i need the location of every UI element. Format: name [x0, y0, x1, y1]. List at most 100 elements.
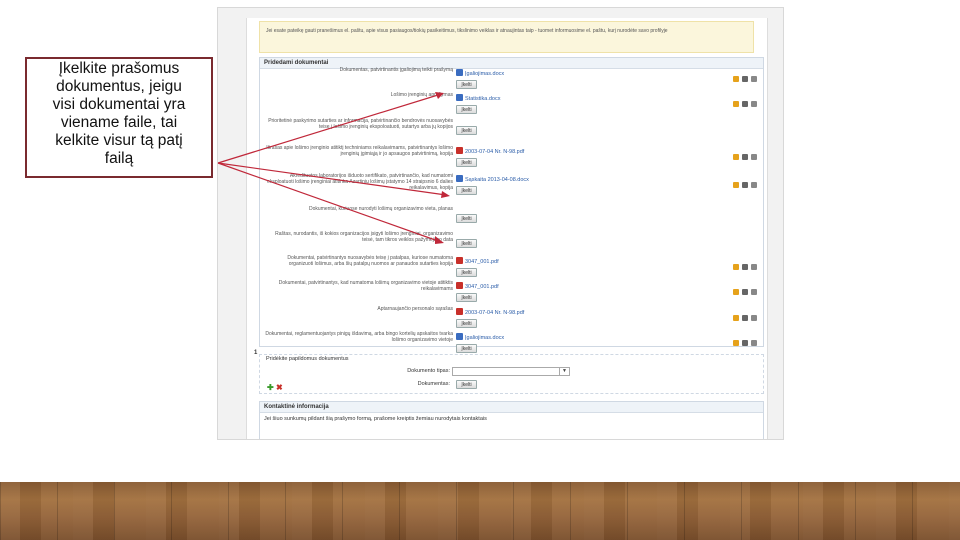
file-name[interactable]: 2003-07-04 Nr. N-98.pdf [465, 149, 524, 155]
upload-button[interactable]: Įkelti [456, 380, 477, 389]
uploaded-file-link[interactable]: 3047_001.pdf [456, 257, 499, 265]
word-icon [456, 175, 463, 182]
upload-button[interactable]: Įkelti [456, 186, 477, 195]
file-name[interactable]: 3047_001.pdf [465, 284, 499, 290]
callout-line: kelkite visur tą patį [55, 132, 183, 149]
upload-button[interactable]: Įkelti [456, 293, 477, 302]
document-label: Aptarnaujančio personalo sąrašas [377, 306, 453, 312]
document-label: Raštas, nurodantis, iš kokios organizaci… [275, 231, 453, 243]
word-icon [456, 94, 463, 101]
file-name[interactable]: Statistika.docx [465, 96, 500, 102]
pdf-icon [456, 308, 463, 315]
delete-icon[interactable] [751, 154, 757, 160]
document-label: Lošimo įrenginių aprašymas [390, 92, 453, 98]
upload-button[interactable]: Įkelti [456, 319, 477, 328]
file-actions [730, 69, 757, 87]
instruction-callout: Įkelkite prašomus dokumentus, jeigu visi… [25, 57, 213, 178]
edit-icon[interactable] [733, 154, 739, 160]
edit-icon[interactable] [733, 315, 739, 321]
delete-icon[interactable] [751, 315, 757, 321]
edit-icon[interactable] [733, 182, 739, 188]
save-icon[interactable] [742, 315, 748, 321]
file-actions [730, 257, 757, 275]
form-panel: Jei esate pateikę gauti pranešimus el. p… [246, 18, 768, 439]
save-icon[interactable] [742, 154, 748, 160]
file-actions [730, 147, 757, 165]
edit-icon[interactable] [733, 340, 739, 346]
uploaded-file-link[interactable]: Sąskaita 2013-04-08.docx [456, 175, 529, 183]
document-label: Dokumentai, kuriuose nurodyti lošimų org… [309, 206, 453, 212]
file-name[interactable]: Sąskaita 2013-04-08.docx [465, 177, 529, 183]
document-label: Išrašas apie lošimo įrenginio atitiktį t… [266, 145, 453, 157]
file-actions [730, 94, 757, 112]
section-title: Pridėkite papildomus dokumentus [266, 356, 349, 362]
additional-documents-section: 1 Pridėkite papildomus dokumentus Dokume… [254, 350, 764, 394]
callout-line: dokumentus, jeigu [56, 78, 182, 95]
save-icon[interactable] [742, 289, 748, 295]
delete-icon[interactable] [751, 289, 757, 295]
uploaded-file-link[interactable]: 3047_001.pdf [456, 282, 499, 290]
contact-text: Jei šiuo sunkumų pildant šią prašymo for… [264, 416, 487, 422]
upload-button[interactable]: Įkelti [456, 80, 477, 89]
upload-button[interactable]: Įkelti [456, 126, 477, 135]
file-name[interactable]: Įgaliojimas.docx [465, 71, 504, 77]
upload-button[interactable]: Įkelti [456, 158, 477, 167]
upload-button[interactable]: Įkelti [456, 344, 477, 353]
callout-line: viename faile, tai [60, 114, 178, 131]
file-actions [730, 175, 757, 193]
document-type-label: Dokumento tipas: [407, 368, 450, 374]
save-icon[interactable] [742, 182, 748, 188]
file-name[interactable]: Įgaliojimas.docx [465, 335, 504, 341]
pdf-icon [456, 147, 463, 154]
uploaded-file-link[interactable]: 2003-07-04 Nr. N-98.pdf [456, 147, 524, 155]
chevron-down-icon[interactable]: ▼ [559, 368, 569, 375]
document-type-select[interactable]: ▼ [452, 367, 570, 376]
save-icon[interactable] [742, 264, 748, 270]
uploaded-file-link[interactable]: Statistika.docx [456, 94, 500, 102]
cross-icon[interactable]: ✖ [276, 383, 283, 392]
file-actions [730, 333, 757, 351]
wood-floor-decoration [0, 482, 960, 540]
file-name[interactable]: 3047_001.pdf [465, 259, 499, 265]
delete-icon[interactable] [751, 182, 757, 188]
section-index: 1 [254, 350, 258, 356]
callout-line: Įkelkite prašomus [58, 60, 180, 77]
document-label: Dokumentai, patvirtinantys nuosavybės te… [287, 255, 453, 267]
delete-icon[interactable] [751, 101, 757, 107]
uploaded-file-link[interactable]: Įgaliojimas.docx [456, 69, 504, 77]
save-icon[interactable] [742, 340, 748, 346]
file-actions [730, 308, 757, 326]
edit-icon[interactable] [733, 264, 739, 270]
document-label: Prioritetinė paskyrimo sutarties ar info… [268, 118, 453, 130]
upload-button[interactable]: Įkelti [456, 105, 477, 114]
section-title: Kontaktinė informacija [260, 402, 763, 413]
pdf-icon [456, 282, 463, 289]
document-label: Dokumentas: [417, 381, 450, 387]
edit-icon[interactable] [733, 76, 739, 82]
upload-button[interactable]: Įkelti [456, 239, 477, 248]
upload-button[interactable]: Įkelti [456, 268, 477, 277]
file-name[interactable]: 2003-07-04 Nr. N-98.pdf [465, 310, 524, 316]
delete-icon[interactable] [751, 340, 757, 346]
form-screenshot: Jei esate pateikę gauti pranešimus el. p… [217, 7, 784, 440]
document-label: Dokumentas, patvirtinantis įgaliojimą te… [339, 67, 453, 73]
upload-button[interactable]: Įkelti [456, 214, 477, 223]
uploaded-file-link[interactable]: 2003-07-04 Nr. N-98.pdf [456, 308, 524, 316]
callout-line: visi dokumentai yra [52, 96, 186, 113]
callout-line: failą [104, 150, 134, 167]
file-actions [730, 282, 757, 300]
contact-section: Kontaktinė informacija Jei šiuo sunkumų … [259, 401, 764, 439]
delete-icon[interactable] [751, 264, 757, 270]
uploaded-file-link[interactable]: Įgaliojimas.docx [456, 333, 504, 341]
edit-icon[interactable] [733, 289, 739, 295]
plus-icon[interactable]: ✚ [267, 383, 274, 392]
delete-icon[interactable] [751, 76, 757, 82]
word-icon [456, 69, 463, 76]
document-label: Akredituotos laboratorijos išduoto serti… [267, 173, 453, 191]
save-icon[interactable] [742, 101, 748, 107]
document-label: Dokumentai, reglamentuojantys pinigų išd… [265, 331, 453, 343]
edit-icon[interactable] [733, 101, 739, 107]
document-label: Dokumentai, patvirtinantys, kad numatoma… [278, 280, 453, 292]
save-icon[interactable] [742, 76, 748, 82]
notice-box: Jei esate pateikę gauti pranešimus el. p… [259, 21, 754, 53]
